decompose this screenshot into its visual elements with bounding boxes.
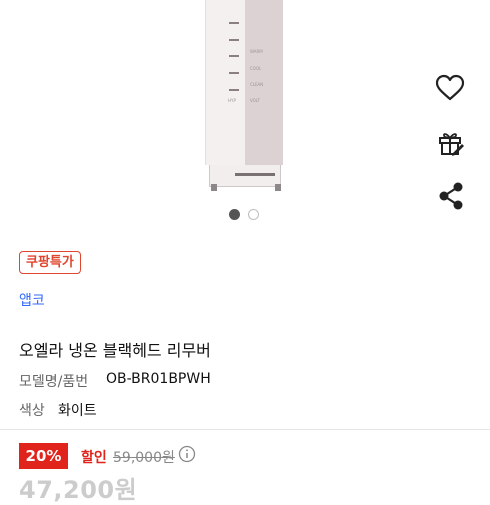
- device-body-left: HYP: [205, 0, 246, 165]
- product-image[interactable]: HYP WARM COOL CLEAN VOLT: [205, 0, 287, 193]
- device-label: VOLT: [250, 98, 260, 103]
- device-label: HYP: [228, 98, 236, 103]
- device-base: [209, 165, 281, 187]
- share-icon[interactable]: [435, 180, 467, 212]
- final-price: 47,200원: [19, 476, 138, 504]
- device-body-right: WARM COOL CLEAN VOLT: [245, 0, 283, 165]
- indicator-slot: [229, 72, 239, 74]
- gift-icon[interactable]: [435, 127, 467, 159]
- info-icon[interactable]: [178, 445, 196, 467]
- sale-label: 할인: [81, 450, 107, 466]
- indicator-slot: [229, 89, 239, 91]
- carousel-dot[interactable]: [248, 209, 259, 220]
- device-foot: [275, 184, 281, 191]
- spec-label-color: 색상: [19, 403, 45, 419]
- indicator-slot: [229, 55, 239, 57]
- device-label: COOL: [250, 66, 262, 71]
- device-base-bar: [235, 173, 275, 176]
- indicator-slot: [229, 22, 239, 24]
- discount-rate-badge: 20%: [19, 443, 68, 469]
- spec-value-color: 화이트: [58, 403, 97, 419]
- device-label: WARM: [250, 49, 263, 54]
- carousel-dot-active[interactable]: [229, 209, 240, 220]
- device-label: CLEAN: [250, 82, 264, 87]
- divider: [0, 429, 490, 430]
- product-title: 오엘라 냉온 블랙헤드 리무버: [19, 341, 211, 360]
- spec-label-model: 모델명/품번: [19, 374, 89, 390]
- device-foot: [211, 184, 217, 191]
- indicator-slot: [229, 39, 239, 41]
- brand-link[interactable]: 앱코: [19, 290, 45, 310]
- heart-icon[interactable]: [434, 72, 466, 104]
- spec-value-model: OB-BR01BPWH: [106, 371, 211, 387]
- carousel-indicator: [229, 209, 259, 220]
- original-price: 59,000원: [113, 450, 175, 466]
- coupang-special-badge: 쿠팡특가: [19, 251, 81, 274]
